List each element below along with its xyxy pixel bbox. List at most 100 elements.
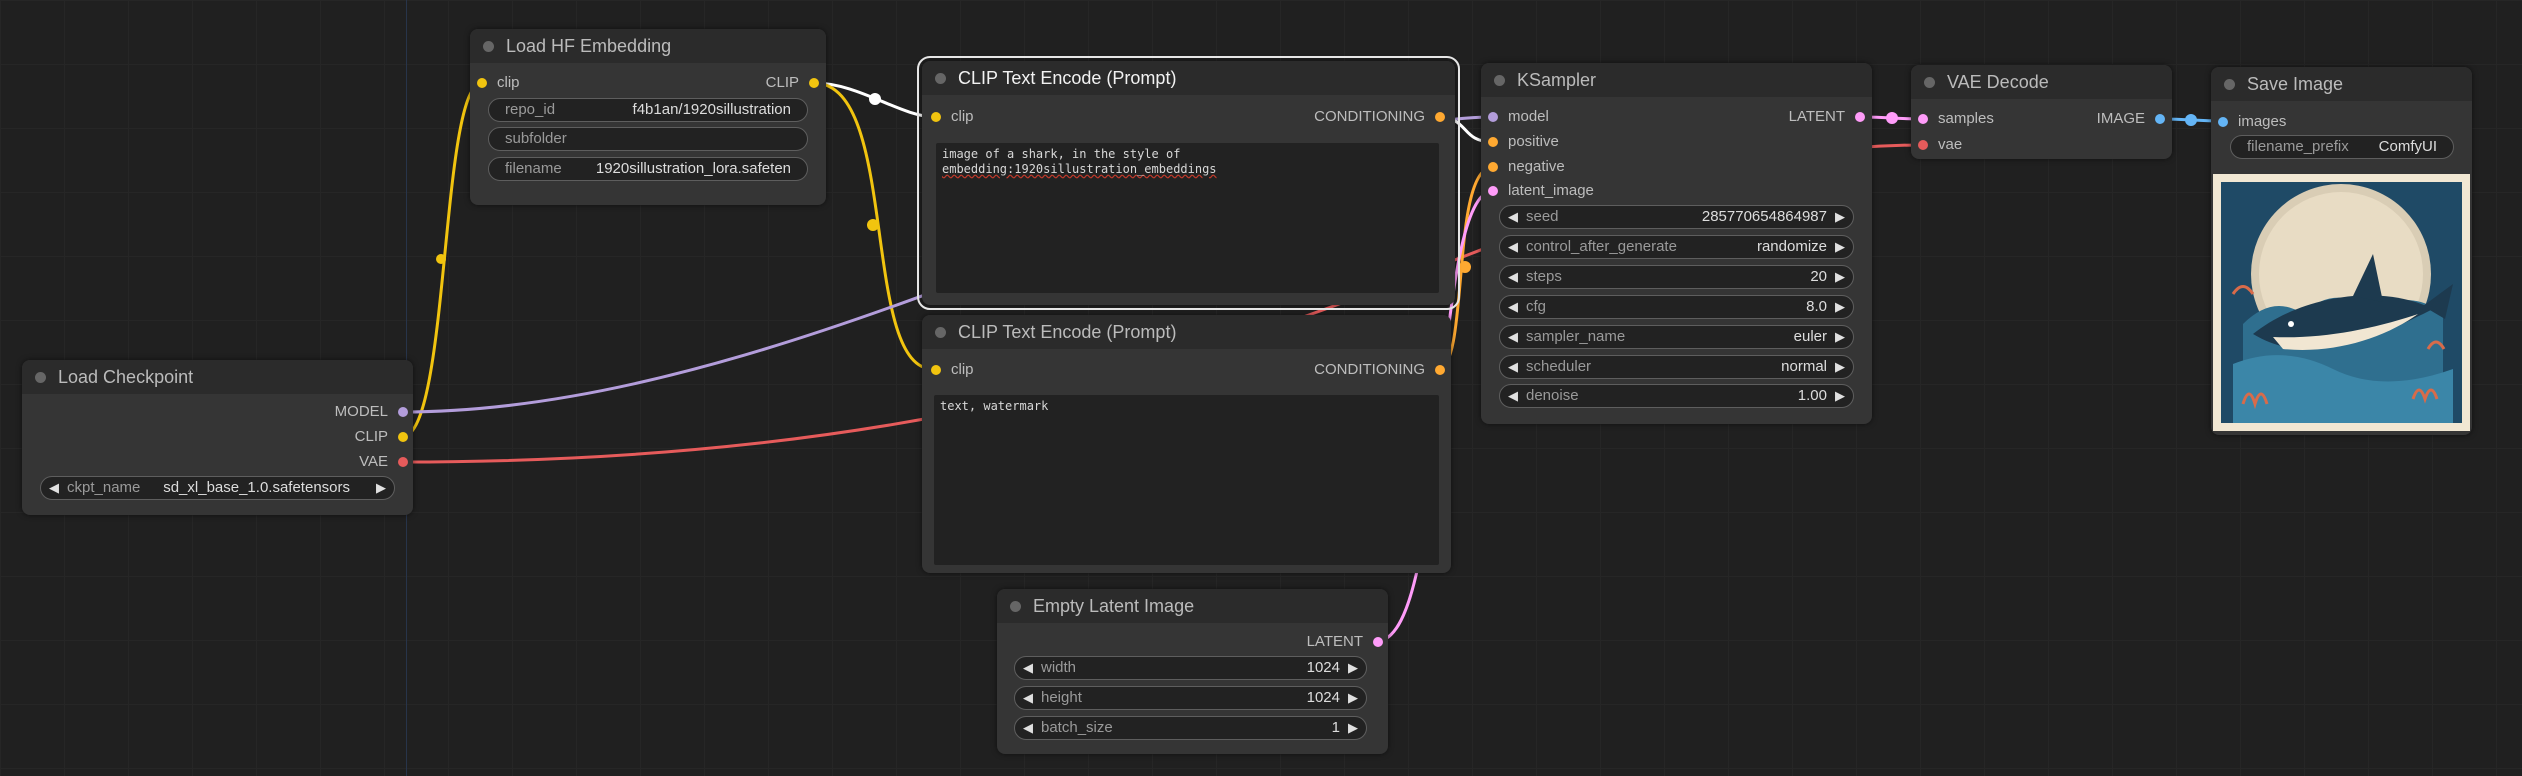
right-arrow-icon[interactable]: ▶ — [1835, 296, 1845, 318]
input-slot-clip[interactable]: clip — [931, 361, 974, 379]
slot-dot-icon[interactable] — [1918, 140, 1928, 150]
right-arrow-icon[interactable]: ▶ — [1835, 356, 1845, 378]
slot-dot-icon[interactable] — [2155, 114, 2165, 124]
node-load-hf-embedding[interactable]: Load HF Embedding clip CLIP repo_id f4b1… — [470, 29, 826, 205]
node-load-checkpoint[interactable]: Load Checkpoint MODEL CLIP VAE ◀ ckpt_na… — [22, 360, 413, 515]
node-title[interactable]: CLIP Text Encode (Prompt) — [922, 315, 1451, 349]
left-arrow-icon[interactable]: ◀ — [1023, 717, 1033, 739]
left-arrow-icon[interactable]: ◀ — [1508, 206, 1518, 228]
slot-dot-icon[interactable] — [398, 432, 408, 442]
collapse-dot-icon[interactable] — [1494, 75, 1505, 86]
node-title[interactable]: Load Checkpoint — [22, 360, 413, 394]
right-arrow-icon[interactable]: ▶ — [1835, 236, 1845, 258]
collapse-dot-icon[interactable] — [483, 41, 494, 52]
node-clip-text-encode-negative[interactable]: CLIP Text Encode (Prompt) clip CONDITION… — [922, 315, 1451, 573]
collapse-dot-icon[interactable] — [1010, 601, 1021, 612]
left-arrow-icon[interactable]: ◀ — [1023, 657, 1033, 679]
output-slot-model[interactable]: MODEL — [335, 403, 408, 421]
slot-dot-icon[interactable] — [931, 112, 941, 122]
right-arrow-icon[interactable]: ▶ — [1835, 385, 1845, 407]
node-title[interactable]: CLIP Text Encode (Prompt) — [922, 61, 1455, 95]
right-arrow-icon[interactable]: ▶ — [1835, 206, 1845, 228]
left-arrow-icon[interactable]: ◀ — [1508, 266, 1518, 288]
node-title[interactable]: VAE Decode — [1911, 65, 2172, 99]
prompt-textarea[interactable]: image of a shark, in the style of embedd… — [936, 143, 1439, 293]
slot-dot-icon[interactable] — [1855, 112, 1865, 122]
slot-dot-icon[interactable] — [1488, 112, 1498, 122]
input-slot-positive[interactable]: positive — [1488, 133, 1559, 151]
input-slot-vae[interactable]: vae — [1918, 136, 1962, 154]
slot-dot-icon[interactable] — [1488, 186, 1498, 196]
node-ksampler[interactable]: KSampler model positive negative latent_… — [1481, 63, 1872, 424]
output-slot-clip[interactable]: CLIP — [355, 428, 408, 446]
node-vae-decode[interactable]: VAE Decode samples vae IMAGE — [1911, 65, 2172, 159]
widget-seed[interactable]: ◀ seed 285770654864987 ▶ — [1499, 205, 1854, 229]
input-slot-negative[interactable]: negative — [1488, 158, 1565, 176]
widget-cfg[interactable]: ◀ cfg 8.0 ▶ — [1499, 295, 1854, 319]
slot-dot-icon[interactable] — [1918, 114, 1928, 124]
slot-dot-icon[interactable] — [1373, 637, 1383, 647]
widget-batch-size[interactable]: ◀ batch_size 1 ▶ — [1014, 716, 1367, 740]
prompt-textarea[interactable]: text, watermark — [934, 395, 1439, 565]
input-slot-samples[interactable]: samples — [1918, 110, 1994, 128]
slot-dot-icon[interactable] — [1435, 365, 1445, 375]
input-slot-clip[interactable]: clip — [477, 74, 520, 92]
widget-ckpt-name[interactable]: ◀ ckpt_name sd_xl_base_1.0.safetensors ▶ — [40, 476, 395, 500]
widget-steps[interactable]: ◀ steps 20 ▶ — [1499, 265, 1854, 289]
left-arrow-icon[interactable]: ◀ — [49, 477, 59, 499]
collapse-dot-icon[interactable] — [2224, 79, 2235, 90]
right-arrow-icon[interactable]: ▶ — [1835, 326, 1845, 348]
left-arrow-icon[interactable]: ◀ — [1508, 296, 1518, 318]
slot-dot-icon[interactable] — [1435, 112, 1445, 122]
collapse-dot-icon[interactable] — [935, 73, 946, 84]
widget-denoise[interactable]: ◀ denoise 1.00 ▶ — [1499, 384, 1854, 408]
node-clip-text-encode-positive[interactable]: CLIP Text Encode (Prompt) clip CONDITION… — [917, 56, 1460, 310]
slot-dot-icon[interactable] — [2218, 117, 2228, 127]
output-slot-conditioning[interactable]: CONDITIONING — [1314, 108, 1445, 126]
left-arrow-icon[interactable]: ◀ — [1023, 687, 1033, 709]
right-arrow-icon[interactable]: ▶ — [1835, 266, 1845, 288]
left-arrow-icon[interactable]: ◀ — [1508, 356, 1518, 378]
left-arrow-icon[interactable]: ◀ — [1508, 326, 1518, 348]
node-save-image[interactable]: Save Image images filename_prefix ComfyU… — [2211, 67, 2472, 435]
widget-control-after-generate[interactable]: ◀ control_after_generate randomize ▶ — [1499, 235, 1854, 259]
input-slot-images[interactable]: images — [2218, 113, 2286, 131]
left-arrow-icon[interactable]: ◀ — [1508, 236, 1518, 258]
widget-width[interactable]: ◀ width 1024 ▶ — [1014, 656, 1367, 680]
widget-subfolder[interactable]: subfolder — [488, 127, 808, 151]
input-slot-clip[interactable]: clip — [931, 108, 974, 126]
widget-scheduler[interactable]: ◀ scheduler normal ▶ — [1499, 355, 1854, 379]
widget-filename-prefix[interactable]: filename_prefix ComfyUI — [2230, 135, 2454, 159]
input-slot-model[interactable]: model — [1488, 108, 1549, 126]
right-arrow-icon[interactable]: ▶ — [1348, 687, 1358, 709]
node-title[interactable]: Save Image — [2211, 67, 2472, 101]
input-slot-latent-image[interactable]: latent_image — [1488, 182, 1594, 200]
collapse-dot-icon[interactable] — [35, 372, 46, 383]
widget-filename[interactable]: filename 1920sillustration_lora.safeten — [488, 157, 808, 181]
right-arrow-icon[interactable]: ▶ — [1348, 657, 1358, 679]
node-title[interactable]: Load HF Embedding — [470, 29, 826, 63]
slot-dot-icon[interactable] — [809, 78, 819, 88]
slot-dot-icon[interactable] — [931, 365, 941, 375]
node-title[interactable]: KSampler — [1481, 63, 1872, 97]
slot-dot-icon[interactable] — [1488, 137, 1498, 147]
collapse-dot-icon[interactable] — [935, 327, 946, 338]
collapse-dot-icon[interactable] — [1924, 77, 1935, 88]
slot-dot-icon[interactable] — [1488, 162, 1498, 172]
right-arrow-icon[interactable]: ▶ — [376, 477, 386, 499]
slot-dot-icon[interactable] — [477, 78, 487, 88]
output-slot-conditioning[interactable]: CONDITIONING — [1314, 361, 1445, 379]
output-slot-latent[interactable]: LATENT — [1307, 633, 1383, 651]
output-slot-vae[interactable]: VAE — [359, 453, 408, 471]
generated-image-preview[interactable] — [2213, 174, 2470, 431]
widget-height[interactable]: ◀ height 1024 ▶ — [1014, 686, 1367, 710]
slot-dot-icon[interactable] — [398, 407, 408, 417]
node-title[interactable]: Empty Latent Image — [997, 589, 1388, 623]
output-slot-latent[interactable]: LATENT — [1789, 108, 1865, 126]
slot-dot-icon[interactable] — [398, 457, 408, 467]
widget-repo-id[interactable]: repo_id f4b1an/1920sillustration — [488, 98, 808, 122]
output-slot-clip[interactable]: CLIP — [766, 74, 819, 92]
left-arrow-icon[interactable]: ◀ — [1508, 385, 1518, 407]
node-empty-latent-image[interactable]: Empty Latent Image LATENT ◀ width 1024 ▶… — [997, 589, 1388, 754]
widget-sampler-name[interactable]: ◀ sampler_name euler ▶ — [1499, 325, 1854, 349]
